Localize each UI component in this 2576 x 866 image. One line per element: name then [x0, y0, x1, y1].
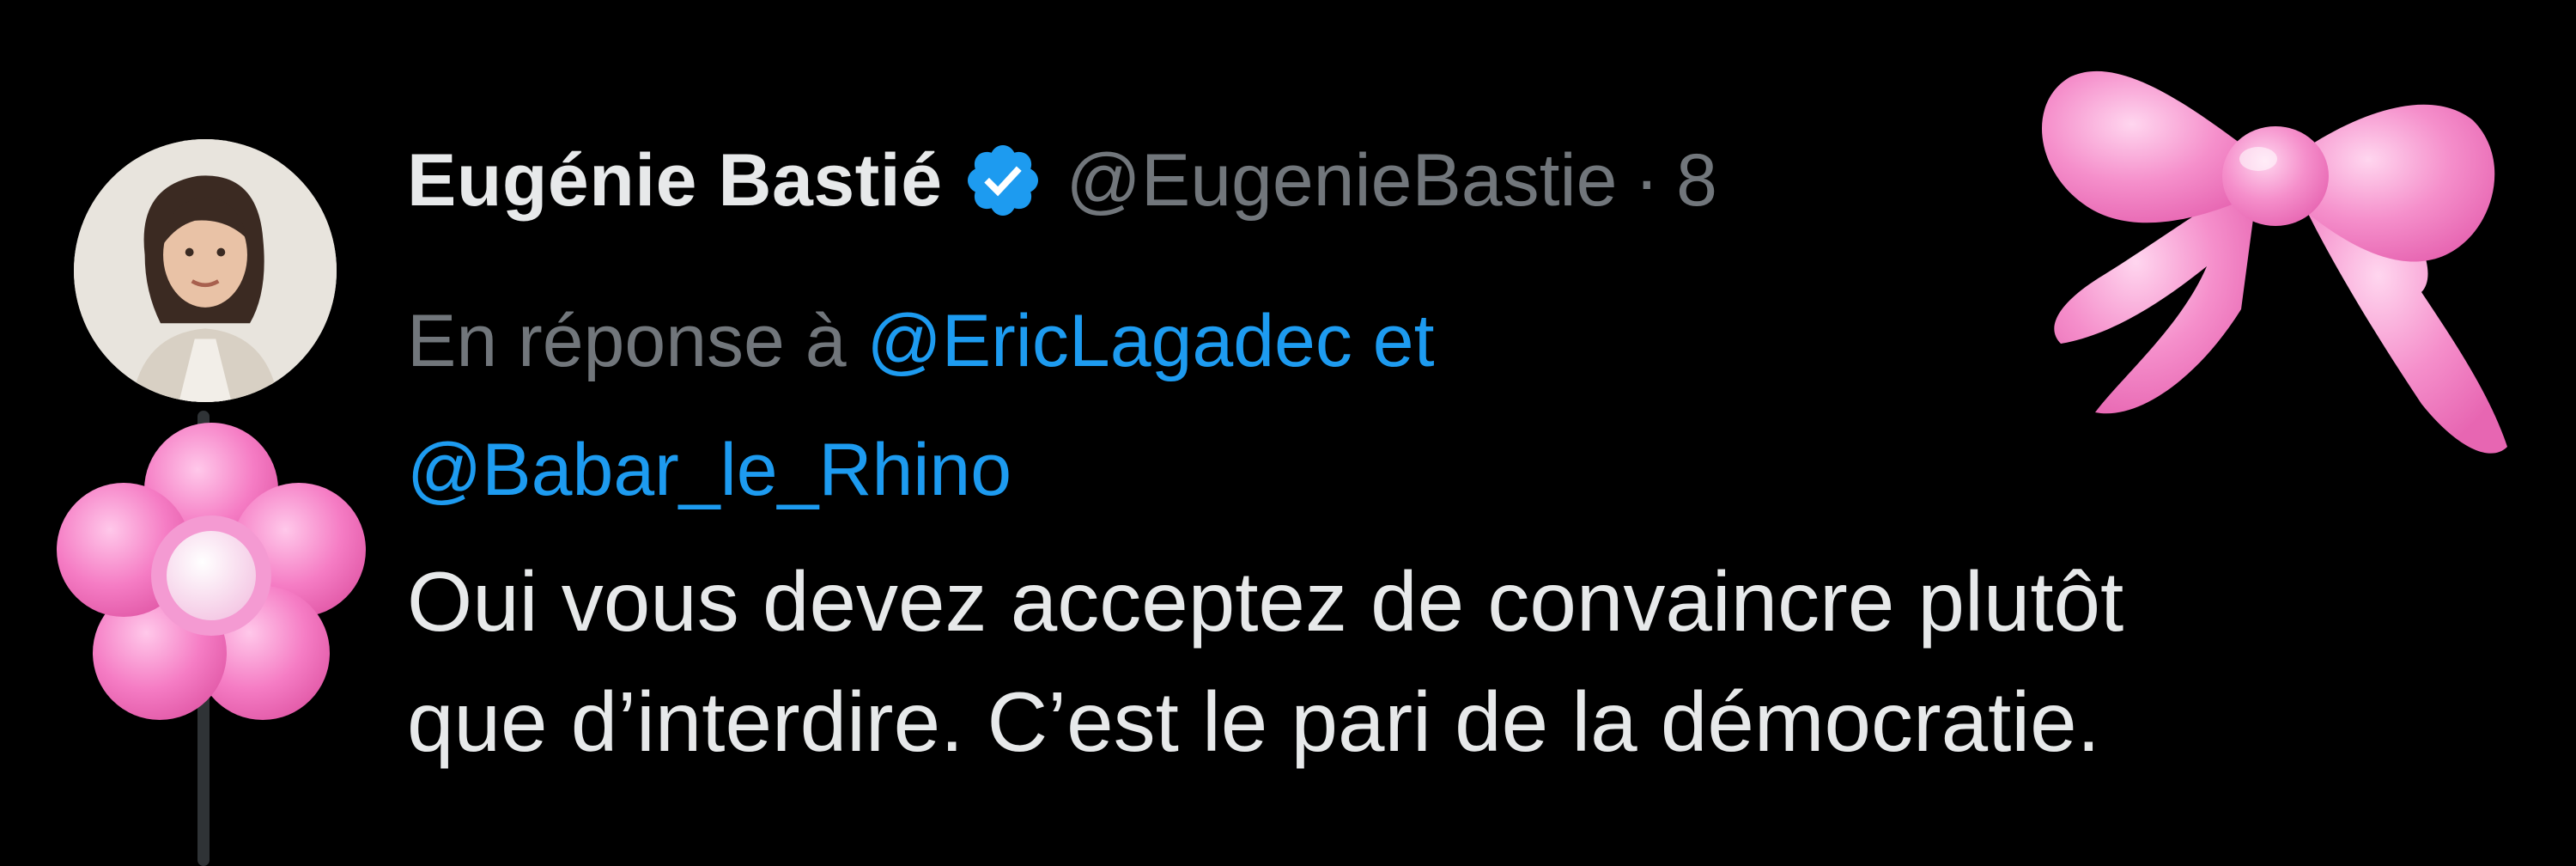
tweet-text-line-2: que d’interdire. C’est le pari de la dém…: [407, 674, 2100, 769]
verified-badge-icon: [967, 145, 1038, 216]
user-handle[interactable]: @EugenieBastie: [1066, 138, 1618, 223]
avatar[interactable]: [74, 139, 337, 402]
tweet-text: Oui vous devez acceptez de convaincre pl…: [407, 541, 2554, 782]
reply-mention-babar-le-rhino[interactable]: @Babar_le_Rhino: [407, 429, 1012, 511]
reply-prefix: En réponse à: [407, 300, 847, 382]
display-name[interactable]: Eugénie Bastié: [407, 138, 943, 223]
tweet-header: Eugénie Bastié @EugenieBastie · 8: [407, 129, 2210, 232]
reply-conjunction[interactable]: et: [1373, 300, 1435, 382]
header-separator: ·: [1634, 138, 1660, 222]
reply-mention-ericlagadec[interactable]: @EricLagadec: [867, 300, 1352, 382]
avatar-photo: [74, 139, 337, 402]
tweet-date[interactable]: 8: [1676, 138, 1717, 223]
pink-flower-sticker: [57, 423, 366, 720]
pink-bow-sticker: [2041, 70, 2507, 454]
tweet-text-line-1: Oui vous devez acceptez de convaincre pl…: [407, 554, 2124, 649]
